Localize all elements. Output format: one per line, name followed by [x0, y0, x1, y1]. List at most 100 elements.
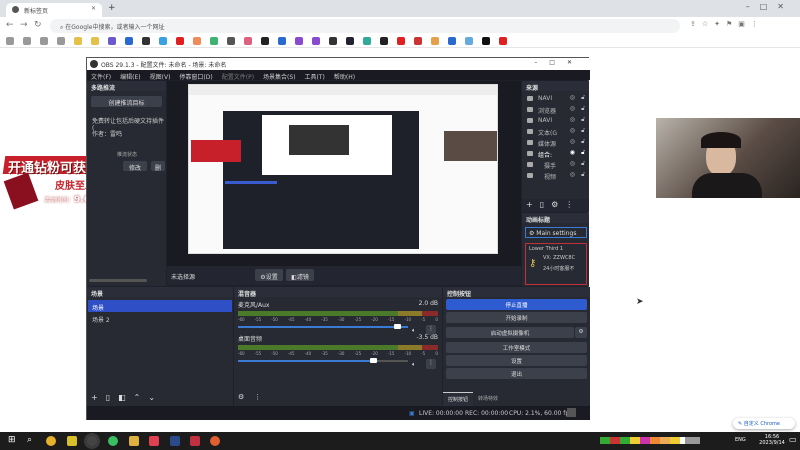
bookmark-icon[interactable]: [40, 37, 48, 45]
steam-icon[interactable]: [170, 436, 180, 446]
eye-icon[interactable]: ◎: [570, 94, 575, 101]
app-icon[interactable]: [67, 436, 77, 446]
bookmark-icon[interactable]: [210, 37, 218, 45]
windows-start-icon[interactable]: ⊞: [8, 435, 16, 445]
edit-button[interactable]: 修改: [123, 161, 147, 172]
wechat-icon[interactable]: [108, 436, 118, 446]
lock-icon[interactable]: 🔓︎: [581, 94, 585, 102]
trash-icon[interactable]: ▯: [540, 200, 551, 209]
source-item[interactable]: 摄手 ◎ 🔓︎: [522, 159, 589, 170]
youtube-icon[interactable]: [397, 37, 405, 45]
bookmark-icon[interactable]: [227, 37, 235, 45]
trash-icon[interactable]: ▯: [106, 393, 118, 402]
window-controls[interactable]: –□✕: [746, 2, 794, 11]
gear-icon[interactable]: ⚙: [551, 200, 565, 209]
menu-profile[interactable]: 配置文件(P): [222, 72, 254, 81]
close-tab-icon[interactable]: ✕: [91, 5, 96, 12]
scene-item[interactable]: 场景 2: [88, 312, 232, 324]
folder-icon[interactable]: [129, 436, 139, 446]
bookmark-icon[interactable]: [74, 37, 82, 45]
slider-handle[interactable]: [394, 324, 402, 329]
main-settings-button[interactable]: ⚙ Main settings: [525, 227, 587, 238]
eye-icon[interactable]: ◎: [570, 127, 575, 134]
customize-chrome-button[interactable]: ✎ 自定义 Chrome: [733, 418, 795, 429]
horizontal-scrollbar[interactable]: [89, 279, 147, 282]
lock-icon[interactable]: 🔓︎: [581, 138, 585, 146]
bookmark-icon[interactable]: [295, 37, 303, 45]
chrome-icon[interactable]: [46, 436, 56, 446]
virtual-camera-gear-icon[interactable]: ⚙: [575, 327, 587, 338]
settings-button[interactable]: 设置: [446, 355, 587, 366]
exit-button[interactable]: 退出: [446, 368, 587, 379]
eye-icon[interactable]: ◎: [570, 138, 575, 145]
netease-music-icon[interactable]: [149, 436, 159, 446]
bookmark-icon[interactable]: [142, 37, 150, 45]
reload-icon[interactable]: ↻: [34, 20, 42, 30]
bookmark-icon[interactable]: [448, 37, 456, 45]
add-scene-icon[interactable]: +: [91, 393, 106, 402]
language-indicator[interactable]: ENG: [735, 437, 746, 443]
address-bar[interactable]: ⌕ 在Google中搜索，或者输入一个网址: [50, 19, 680, 33]
bookmark-icon[interactable]: [261, 37, 269, 45]
preview-canvas[interactable]: [167, 81, 521, 266]
add-source-icon[interactable]: +: [526, 200, 540, 209]
menu-tools[interactable]: 工具(T): [305, 72, 325, 81]
source-item[interactable]: NAVI ◎ 🔓︎: [522, 115, 589, 126]
eye-icon[interactable]: ◎: [570, 171, 575, 178]
bookmark-icon[interactable]: [159, 37, 167, 45]
speaker-icon[interactable]: 🔈︎: [412, 361, 416, 369]
tray-icons[interactable]: [600, 437, 700, 444]
bookmark-icon[interactable]: [23, 37, 31, 45]
menu-docks[interactable]: 停靠窗口(D): [179, 72, 212, 81]
bookmark-icon[interactable]: [244, 37, 252, 45]
valorant-icon[interactable]: [190, 436, 200, 446]
bookmark-icon[interactable]: [278, 37, 286, 45]
start-virtual-camera-button[interactable]: 启动虚拟摄像机: [446, 327, 574, 338]
tiktok-icon[interactable]: [482, 37, 490, 45]
search-icon[interactable]: ⌕: [27, 435, 32, 445]
lower-third-card[interactable]: Lower Third 1 VX: ZZWC8C 24小时客服不 ⚷: [525, 243, 587, 285]
bookmark-icon[interactable]: [91, 37, 99, 45]
source-group[interactable]: 组合: ◉ 🔓︎: [522, 148, 589, 159]
bookmark-icon[interactable]: [193, 37, 201, 45]
bookmark-icon[interactable]: [414, 37, 422, 45]
bookmark-icon[interactable]: [329, 37, 337, 45]
forward-icon[interactable]: →: [20, 20, 28, 30]
obs-icon[interactable]: [87, 436, 97, 446]
move-up-icon[interactable]: ⌃: [134, 393, 149, 402]
source-item[interactable]: NAVI ◎ 🔓︎: [522, 93, 589, 104]
bookmark-icon[interactable]: [346, 37, 354, 45]
advanced-audio-icon[interactable]: ⚙: [238, 393, 254, 401]
eye-icon[interactable]: ◎: [570, 105, 575, 112]
lock-icon[interactable]: 🔓︎: [581, 105, 585, 113]
bookmark-icon[interactable]: [499, 37, 507, 45]
eye-icon[interactable]: ◎: [570, 160, 575, 167]
volume-slider[interactable]: [238, 324, 408, 329]
menu-edit[interactable]: 编辑(E): [120, 72, 140, 81]
eye-icon[interactable]: ◉: [570, 149, 575, 156]
lock-icon[interactable]: 🔓︎: [581, 127, 585, 135]
create-target-button[interactable]: 创建推流目标: [91, 96, 162, 107]
lock-icon[interactable]: 🔓︎: [581, 149, 585, 157]
source-filters-button[interactable]: ◧滤镜: [286, 269, 314, 281]
clock[interactable]: 16:56 2023/9/14: [758, 434, 786, 446]
menu-view[interactable]: 视图(V): [150, 72, 171, 81]
menu-scene-collection[interactable]: 场景集合(S): [263, 72, 296, 81]
bookmark-icon[interactable]: [431, 37, 439, 45]
new-tab-button[interactable]: +: [108, 3, 116, 13]
more-icon[interactable]: ⋮: [565, 200, 580, 209]
back-icon[interactable]: ←: [6, 20, 14, 30]
slider-handle[interactable]: [370, 358, 378, 363]
bookmark-icon[interactable]: [125, 37, 133, 45]
lock-icon[interactable]: 🔓︎: [581, 160, 585, 168]
source-settings-button[interactable]: ⚙设置: [255, 269, 283, 281]
source-item[interactable]: 媒体源 ◎ 🔓︎: [522, 137, 589, 148]
volume-slider[interactable]: [238, 358, 408, 363]
tab-transitions[interactable]: 转场特效: [473, 392, 503, 406]
bookmark-icon[interactable]: [363, 37, 371, 45]
github-icon[interactable]: [380, 37, 388, 45]
bookmark-icon[interactable]: [57, 37, 65, 45]
filter-icon[interactable]: ◧: [118, 393, 134, 402]
notification-icon[interactable]: ▭: [789, 435, 797, 444]
lock-icon[interactable]: 🔓︎: [581, 171, 585, 179]
